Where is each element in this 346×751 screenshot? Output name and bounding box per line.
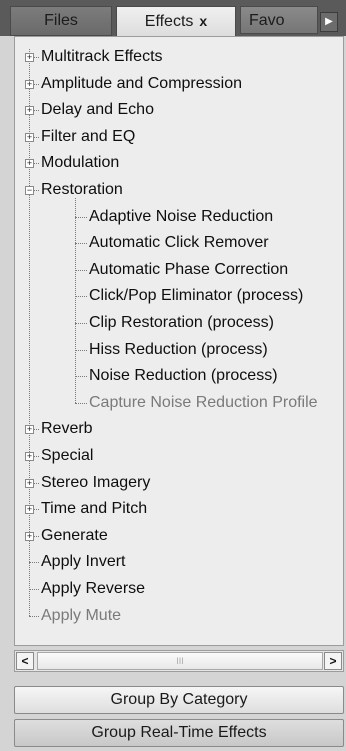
expand-plus-icon[interactable]: + [25,425,34,435]
tree-item-special[interactable]: Special [41,444,93,468]
tree-item-automatic-phase-correction[interactable]: Automatic Phase Correction [89,258,288,282]
collapse-minus-icon[interactable]: − [25,186,34,195]
tree-item-adaptive-noise-reduction[interactable]: Adaptive Noise Reduction [89,205,273,229]
tree-item-delay-and-echo[interactable]: Delay and Echo [41,98,154,122]
tree-item-generate[interactable]: Generate [41,524,108,548]
expand-plus-icon[interactable]: + [25,478,34,488]
tab-favorites[interactable]: Favo [240,6,318,34]
scroll-right-arrow-icon[interactable]: > [324,652,342,670]
effects-tree-panel: + Multitrack Effects + Amplitude and Compre… [14,36,344,646]
scrollbar-thumb[interactable]: III [37,652,323,670]
tree-connector [75,296,87,298]
expand-plus-icon[interactable]: + [25,79,34,89]
tree-connector [29,562,39,564]
expand-plus-icon[interactable]: + [25,106,34,116]
tab-files[interactable]: Files [10,6,112,36]
tree-connector [29,589,39,590]
tree-item-apply-reverse[interactable]: Apply Reverse [41,577,145,601]
tree-item-stereo-imagery[interactable]: Stereo Imagery [41,471,150,495]
tree-item-modulation[interactable]: Modulation [41,151,119,175]
scroll-left-arrow-icon[interactable]: < [16,652,34,670]
expand-plus-icon[interactable]: + [25,531,34,541]
tree-item-apply-mute[interactable]: Apply Mute [41,604,121,628]
tree-item-amplitude-and-compression[interactable]: Amplitude and Compression [41,72,242,96]
tree-item-apply-invert[interactable]: Apply Invert [41,550,125,574]
tree-item-clip-restoration-process[interactable]: Clip Restoration (process) [89,311,274,335]
tab-scroll-right-icon[interactable]: ▶ [320,12,338,32]
tree-item-multitrack-effects[interactable]: Multitrack Effects [41,45,163,69]
tree-connector [75,216,87,218]
tree-child-guide-line [75,198,76,403]
tab-effects[interactable]: Effects x [116,6,236,37]
tree-item-automatic-click-remover[interactable]: Automatic Click Remover [89,231,269,255]
tree-item-filter-and-eq[interactable]: Filter and EQ [41,125,135,149]
tab-close-icon[interactable]: x [199,13,207,29]
expand-plus-icon[interactable]: + [25,505,34,515]
tree-connector [75,402,87,404]
effects-tree: + Multitrack Effects + Amplitude and Compre… [15,37,343,645]
expand-plus-icon[interactable]: + [25,159,34,169]
tree-connector [75,349,87,351]
tree-connector [75,269,87,271]
tab-effects-label: Effects [144,13,194,30]
panel-tab-bar: Files Effects x Favo ▶ [0,0,346,37]
horizontal-scrollbar[interactable]: < III > [14,650,344,672]
tree-connector [75,323,87,324]
tree-connector [29,615,39,617]
tree-item-hiss-reduction-process[interactable]: Hiss Reduction (process) [89,338,268,362]
group-realtime-effects-button[interactable]: Group Real-Time Effects [14,719,344,747]
tree-item-restoration[interactable]: Restoration [41,178,123,202]
tree-connector [75,243,87,245]
tree-item-time-and-pitch[interactable]: Time and Pitch [41,497,147,521]
tree-item-noise-reduction-process[interactable]: Noise Reduction (process) [89,364,278,388]
tree-item-capture-noise-reduction-profile[interactable]: Capture Noise Reduction Profile [89,391,318,415]
expand-plus-icon[interactable]: + [25,132,34,142]
expand-plus-icon[interactable]: + [25,452,34,461]
tree-connector [75,376,87,378]
tree-item-reverb[interactable]: Reverb [41,417,93,441]
tree-item-click-pop-eliminator-process[interactable]: Click/Pop Eliminator (process) [89,284,303,308]
group-by-category-button[interactable]: Group By Category [14,686,344,714]
expand-plus-icon[interactable]: + [25,53,34,62]
